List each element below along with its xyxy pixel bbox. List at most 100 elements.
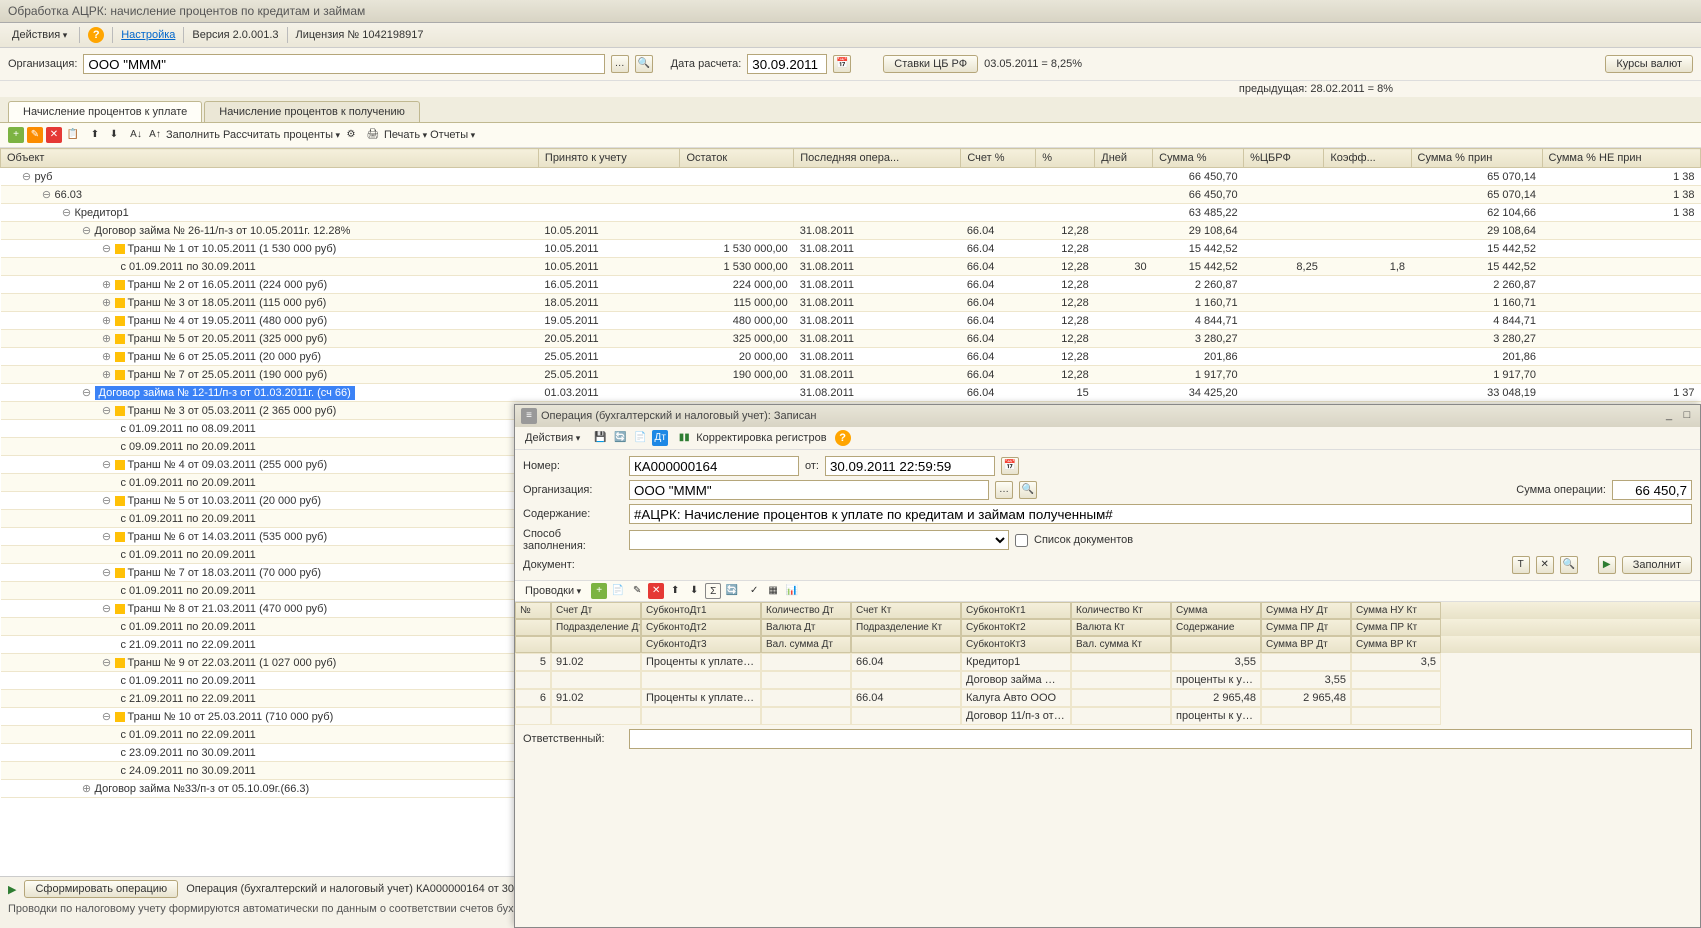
entry-col[interactable]: Вал. сумма Дт [761, 636, 851, 653]
expand-icon[interactable]: ⊕ [101, 314, 113, 327]
expand-icon[interactable]: ⊖ [101, 404, 113, 417]
org-search-icon[interactable]: 🔍 [635, 55, 653, 73]
expand-icon[interactable]: ⊖ [101, 494, 113, 507]
play2-icon[interactable]: ▶ [1598, 556, 1616, 574]
resp-input[interactable] [629, 729, 1692, 749]
entry-col[interactable]: Сумма НУ Кт [1351, 602, 1441, 619]
calendar2-icon[interactable]: 📅 [1001, 457, 1019, 475]
sort-desc-icon[interactable]: A↑ [147, 127, 163, 143]
fill-select[interactable] [629, 530, 1009, 550]
expand-icon[interactable]: ⊖ [101, 656, 113, 669]
entry-col[interactable]: Валюта Дт [761, 619, 851, 636]
org-more-icon[interactable]: … [611, 55, 629, 73]
col-header[interactable]: Объект [1, 149, 539, 168]
col-header[interactable]: Принято к учету [538, 149, 680, 168]
entry-col[interactable]: Подразделение Кт [851, 619, 961, 636]
tree-row[interactable]: ⊕Транш № 7 от 25.05.2011 (190 000 руб)25… [1, 366, 1701, 384]
tree-row[interactable]: ⊖Транш № 1 от 10.05.2011 (1 530 000 руб)… [1, 240, 1701, 258]
fill-link[interactable]: Заполнить [166, 129, 220, 141]
expand-icon[interactable]: ⊖ [101, 566, 113, 579]
entry-row[interactable]: 691.02Проценты к уплате п...66.04Калуга … [515, 689, 1700, 707]
tree-row[interactable]: ⊕Транш № 5 от 20.05.2011 (325 000 руб)20… [1, 330, 1701, 348]
print-link[interactable]: Печать [384, 129, 427, 141]
org-input[interactable] [83, 54, 604, 74]
currencies-button[interactable]: Курсы валют [1605, 55, 1693, 73]
entry-col[interactable]: Сумма ПР Дт [1261, 619, 1351, 636]
entry-col[interactable]: Сумма [1171, 602, 1261, 619]
form-op-button[interactable]: Сформировать операцию [24, 880, 178, 898]
reports-link[interactable]: Отчеты [430, 129, 475, 141]
copy-icon[interactable]: 📄 [632, 430, 648, 446]
expand-icon[interactable]: ⊖ [81, 386, 93, 399]
entries-body[interactable]: 591.02Проценты к уплате с...66.04Кредито… [515, 653, 1700, 725]
entry-add-icon[interactable]: + [591, 583, 607, 599]
status-link[interactable]: Операция (бухгалтерский и налоговый учет… [186, 883, 551, 895]
tree-row[interactable]: ⊕Транш № 6 от 25.05.2011 (20 000 руб)25.… [1, 348, 1701, 366]
tree-row[interactable]: ⊕Транш № 2 от 16.05.2011 (224 000 руб)16… [1, 276, 1701, 294]
col-header[interactable]: Сумма % прин [1411, 149, 1542, 168]
entry-col[interactable]: Количество Дт [761, 602, 851, 619]
add-icon[interactable]: + [8, 127, 24, 143]
col-header[interactable]: Коэфф... [1324, 149, 1411, 168]
expand-icon[interactable]: ⊖ [21, 170, 33, 183]
entry-col[interactable]: Счет Кт [851, 602, 961, 619]
maximize-icon[interactable]: □ [1680, 409, 1694, 423]
tab-receivable[interactable]: Начисление процентов к получению [204, 101, 420, 122]
delete-icon[interactable]: ✕ [46, 127, 62, 143]
entry-col[interactable]: Вал. сумма Кт [1071, 636, 1171, 653]
entry-col[interactable]: Количество Кт [1071, 602, 1171, 619]
entry-row[interactable]: Договор 11/п-з от 21...проценты к уплате… [515, 707, 1700, 725]
tree-row[interactable]: ⊖руб66 450,7065 070,141 38 [1, 168, 1701, 186]
entry-export-icon[interactable]: 📊 [784, 583, 800, 599]
edit-icon[interactable]: ✎ [27, 127, 43, 143]
entry-col[interactable]: Сумма ВР Дт [1261, 636, 1351, 653]
print-icon[interactable]: 🖨 [365, 127, 381, 143]
col-header[interactable]: Сумма % НЕ прин [1542, 149, 1700, 168]
entry-refresh-icon[interactable]: 🔄 [724, 583, 740, 599]
sort-asc-icon[interactable]: A↓ [128, 127, 144, 143]
entry-col[interactable] [851, 636, 961, 653]
tree-row[interactable]: ⊖Кредитор163 485,2262 104,661 38 [1, 204, 1701, 222]
modal-actions-menu[interactable]: Действия [521, 431, 584, 445]
col-header[interactable]: %ЦБРФ [1244, 149, 1324, 168]
copy-icon[interactable]: 📋 [65, 127, 81, 143]
help-icon[interactable]: ? [88, 27, 104, 43]
entry-col[interactable] [515, 636, 551, 653]
entry-col[interactable]: Сумма ПР Кт [1351, 619, 1441, 636]
sumop-input[interactable] [1612, 480, 1692, 500]
entry-col[interactable]: СубконтоДт3 [641, 636, 761, 653]
expand-icon[interactable]: ⊖ [101, 602, 113, 615]
entry-col[interactable] [551, 636, 641, 653]
entry-col[interactable]: Сумма НУ Дт [1261, 602, 1351, 619]
entry-del-icon[interactable]: ✕ [648, 583, 664, 599]
minimize-icon[interactable]: _ [1662, 409, 1676, 423]
expand-icon[interactable]: ⊖ [101, 530, 113, 543]
expand-icon[interactable]: ⊖ [101, 458, 113, 471]
org-search2-icon[interactable]: 🔍 [1019, 481, 1037, 499]
calc-link[interactable]: Рассчитать проценты [223, 129, 340, 141]
expand-icon[interactable]: ⊕ [101, 350, 113, 363]
tree-row[interactable]: с 01.09.2011 по 30.09.201110.05.20111 53… [1, 258, 1701, 276]
expand-icon[interactable]: ⊖ [61, 206, 73, 219]
org-more2-icon[interactable]: … [995, 481, 1013, 499]
entry-col[interactable]: СубконтоКт1 [961, 602, 1071, 619]
col-header[interactable]: Дней [1095, 149, 1153, 168]
content-input[interactable] [629, 504, 1692, 524]
modal-org-input[interactable] [629, 480, 989, 500]
tree-row[interactable]: ⊕Транш № 3 от 18.05.2011 (115 000 руб)18… [1, 294, 1701, 312]
expand-icon[interactable]: ⊖ [101, 242, 113, 255]
down-icon[interactable]: ⬇ [106, 127, 122, 143]
col-header[interactable]: % [1036, 149, 1095, 168]
tree-row[interactable]: ⊖Договор займа № 26-11/п-з от 10.05.2011… [1, 222, 1701, 240]
entry-filter-icon[interactable]: ▦ [765, 583, 781, 599]
entry-row[interactable]: 591.02Проценты к уплате с...66.04Кредито… [515, 653, 1700, 671]
expand-icon[interactable]: ⊖ [101, 710, 113, 723]
doclist-checkbox[interactable] [1015, 534, 1028, 547]
entry-col[interactable]: № [515, 602, 551, 619]
tree-row[interactable]: ⊖Договор займа № 12-11/п-з от 01.03.2011… [1, 384, 1701, 402]
num-input[interactable] [629, 456, 799, 476]
expand-icon[interactable]: ⊖ [41, 188, 53, 201]
expand-icon[interactable]: ⊕ [81, 782, 93, 795]
entry-down-icon[interactable]: ⬇ [686, 583, 702, 599]
date-input[interactable] [747, 54, 827, 74]
